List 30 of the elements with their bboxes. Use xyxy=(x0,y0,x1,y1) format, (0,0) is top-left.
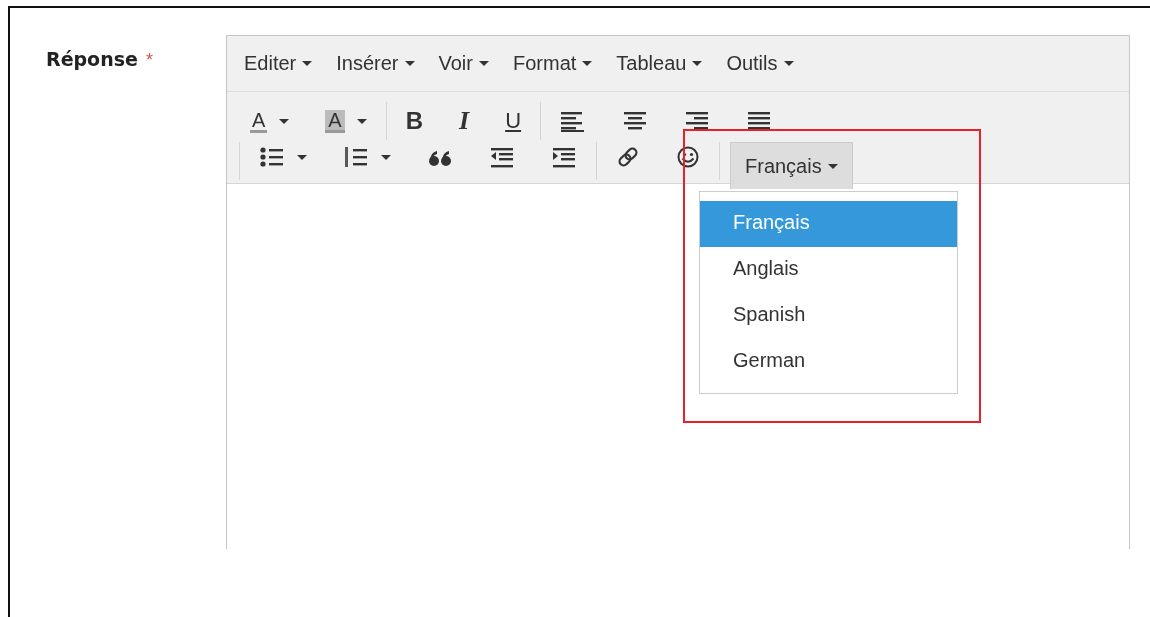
align-center-icon[interactable] xyxy=(622,110,649,132)
language-option[interactable]: German xyxy=(700,339,957,385)
caret-icon[interactable] xyxy=(381,154,391,160)
menu-item[interactable]: Voir xyxy=(429,46,498,81)
language-option[interactable]: Anglais xyxy=(700,247,957,293)
menu-item[interactable]: Insérer xyxy=(327,46,424,81)
field-label: Réponse xyxy=(46,48,138,70)
underline-icon[interactable]: U xyxy=(505,110,522,132)
menu-item[interactable]: Editer xyxy=(235,46,322,81)
justify-icon[interactable] xyxy=(746,110,773,132)
highlight-color-icon[interactable]: A xyxy=(325,109,345,133)
caret-icon[interactable] xyxy=(356,118,367,124)
italic-icon[interactable]: I xyxy=(459,108,470,134)
bold-icon[interactable]: B xyxy=(405,109,424,133)
rich-text-editor[interactable]: Editer Insérer Voir Format Tableau Outils A A B I U Français Français Anglais Spanish German xyxy=(226,35,1130,549)
bullet-list-icon[interactable] xyxy=(259,146,285,168)
language-option[interactable]: Spanish xyxy=(700,293,957,339)
menu-item[interactable]: Outils xyxy=(717,46,803,81)
caret-icon[interactable] xyxy=(279,118,290,124)
smiley-icon[interactable] xyxy=(676,146,700,168)
align-right-icon[interactable] xyxy=(684,110,711,132)
caret-icon[interactable] xyxy=(297,154,307,160)
indent-icon[interactable] xyxy=(551,146,577,168)
link-icon[interactable] xyxy=(616,146,640,168)
outdent-icon[interactable] xyxy=(489,146,515,168)
menu-item[interactable]: Format xyxy=(503,46,602,81)
align-left-icon[interactable] xyxy=(560,110,587,132)
menu-item[interactable]: Tableau xyxy=(607,46,712,81)
required-mark: * xyxy=(145,50,153,70)
language-dropdown[interactable]: Français xyxy=(730,142,853,189)
